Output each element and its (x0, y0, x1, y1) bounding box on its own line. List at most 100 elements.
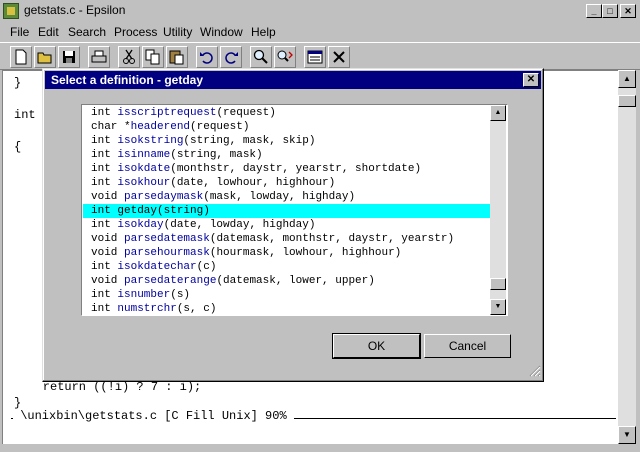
undo-button[interactable] (196, 46, 218, 68)
definition-item[interactable]: int isokdate(monthstr, daystr, yearstr, … (83, 162, 490, 176)
close-buffer-button[interactable] (328, 46, 350, 68)
copy-icon (145, 49, 160, 65)
maximize-button[interactable]: □ (602, 4, 618, 18)
code-line: } (14, 396, 22, 410)
definition-item[interactable]: int isinname(string, mask) (83, 148, 490, 162)
scroll-up-button[interactable]: ▲ (618, 70, 636, 88)
close-icon: ✕ (624, 6, 632, 16)
definition-item[interactable]: void parsedatemask(datemask, monthstr, d… (83, 232, 490, 246)
menu-edit[interactable]: Edit (38, 25, 59, 39)
definition-function-name: headerend (130, 121, 191, 133)
definition-item[interactable]: void parsedaymask(mask, lowday, highday) (83, 190, 490, 204)
code-line: int (14, 108, 36, 122)
search-button[interactable] (250, 46, 272, 68)
redo-button[interactable] (220, 46, 242, 68)
definition-function-name: isokday (117, 219, 164, 231)
definition-arguments: (monthstr, daystr, yearstr, shortdate) (170, 163, 422, 175)
definition-return-type: char * (91, 121, 131, 133)
cut-button[interactable] (118, 46, 140, 68)
definition-item[interactable]: void parsehourmask(hourmask, lowhour, hi… (83, 246, 490, 260)
definition-arguments: (string, mask) (170, 149, 263, 161)
definition-return-type: void (91, 191, 125, 203)
definition-function-name: isokstring (117, 135, 184, 147)
menu-window[interactable]: Window (200, 25, 243, 39)
paste-icon (169, 50, 184, 65)
definition-function-name: isscriptrequest (117, 107, 217, 119)
definition-function-name: isokdate (117, 163, 171, 175)
definition-item[interactable]: void parsedaterange(datemask, lower, upp… (83, 274, 490, 288)
cancel-button[interactable]: Cancel (424, 334, 511, 358)
definition-arguments: (string) (157, 205, 210, 217)
definition-return-type: int (91, 219, 118, 231)
save-icon (63, 51, 75, 63)
arrow-up-icon: ▲ (623, 74, 631, 83)
dialog-close-button[interactable]: ✕ (523, 73, 539, 87)
definition-return-type: int (91, 163, 118, 175)
editor-vertical-scrollbar[interactable]: ▲ ▼ (618, 70, 636, 444)
code-line: { (14, 140, 22, 154)
close-icon (333, 51, 345, 63)
toolbar (0, 42, 640, 70)
menu-search[interactable]: Search (68, 25, 106, 39)
buffer-list-button[interactable] (304, 46, 326, 68)
open-folder-button[interactable] (34, 46, 56, 68)
cut-icon (123, 49, 135, 64)
definition-function-name: parsehourmask (124, 247, 210, 259)
menu-help[interactable]: Help (251, 25, 276, 39)
replace-button[interactable] (274, 46, 296, 68)
definition-item[interactable]: int isokhour(date, lowhour, highhour) (83, 176, 490, 190)
definition-item[interactable]: int getday(string) (83, 204, 490, 218)
paste-button[interactable] (166, 46, 188, 68)
definition-function-name: numstrchr (117, 303, 177, 315)
definition-arguments: (c) (196, 261, 217, 273)
dialog-title: Select a definition - getday (51, 73, 204, 87)
list-scroll-down-button[interactable]: ▼ (490, 299, 506, 315)
definition-arguments: (hourmask, lowhour, highhour) (209, 247, 402, 259)
definition-arguments: (datemask, monthstr, daystr, yearstr) (209, 233, 455, 245)
definition-arguments: (date, lowhour, highhour) (170, 177, 336, 189)
maximize-icon: □ (607, 6, 613, 16)
definition-item[interactable]: int isokdatechar(c) (83, 260, 490, 274)
select-definition-dialog: Select a definition - getday ✕ int isscr… (42, 68, 544, 382)
definition-return-type: int (91, 135, 118, 147)
definition-function-name: isokhour (117, 177, 171, 189)
menu-utility[interactable]: Utility (163, 25, 192, 39)
menu-bar: File Edit Search Process Utility Window … (0, 22, 640, 42)
title-bar: getstats.c - Epsilon _ □ ✕ (0, 0, 640, 22)
definition-return-type: int (91, 205, 118, 217)
definition-item[interactable]: char *headerend(request) (83, 120, 490, 134)
close-window-button[interactable]: ✕ (620, 4, 636, 18)
definition-arguments: (mask, lowday, highday) (203, 191, 356, 203)
definition-function-name: isinname (117, 149, 171, 161)
menu-file[interactable]: File (10, 25, 29, 39)
new-file-button[interactable] (10, 46, 32, 68)
menu-process[interactable]: Process (114, 25, 157, 39)
epsilon-app-icon[interactable] (3, 3, 19, 19)
search-icon (253, 49, 268, 64)
print-button[interactable] (88, 46, 110, 68)
definition-item[interactable]: int isokday(date, lowday, highday) (83, 218, 490, 232)
scroll-thumb[interactable] (618, 95, 636, 107)
list-scroll-up-button[interactable]: ▲ (490, 105, 506, 121)
definition-item[interactable]: int isscriptrequest(request) (83, 106, 490, 120)
resize-grip-icon[interactable] (529, 365, 541, 377)
definition-item[interactable]: int numstrchr(s, c) (83, 302, 490, 315)
definition-item[interactable]: int isokstring(string, mask, skip) (83, 134, 490, 148)
copy-button[interactable] (142, 46, 164, 68)
redo-icon (225, 52, 238, 64)
definition-return-type: void (91, 233, 125, 245)
scroll-down-button[interactable]: ▼ (618, 426, 636, 444)
definition-arguments: (request) (216, 107, 276, 119)
definition-item[interactable]: int isnumber(s) (83, 288, 490, 302)
minimize-button[interactable]: _ (586, 4, 602, 18)
arrow-down-icon: ▼ (494, 303, 502, 310)
definition-return-type: void (91, 275, 125, 287)
definition-function-name: getday (117, 205, 158, 217)
list-vertical-scrollbar[interactable]: ▲ ▼ (490, 105, 506, 315)
definition-list[interactable]: int isscriptrequest(request) char *header… (81, 104, 508, 316)
ok-button[interactable]: OK (332, 333, 421, 359)
list-scroll-thumb[interactable] (490, 278, 506, 290)
buffer-list-icon (307, 50, 323, 64)
definition-return-type: int (91, 289, 118, 301)
save-button[interactable] (58, 46, 80, 68)
